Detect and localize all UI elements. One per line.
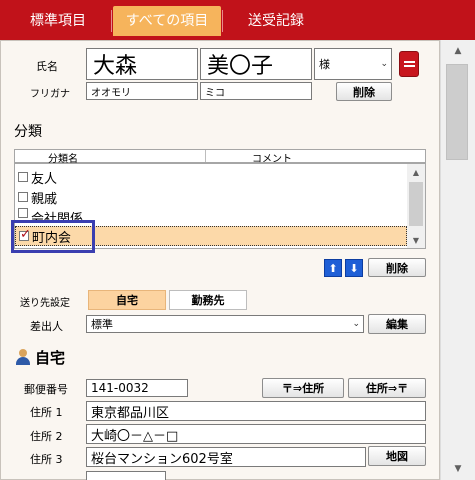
address1-label: 住所 1 <box>30 406 63 419</box>
scroll-thumb[interactable] <box>446 64 468 160</box>
scroll-thumb[interactable] <box>409 182 423 226</box>
postal-to-address-button[interactable]: 〒⇒住所 <box>262 378 344 398</box>
delete-category-button[interactable]: 削除 <box>368 258 426 277</box>
list-scrollbar[interactable]: ▲ ▼ <box>407 164 425 248</box>
chevron-down-icon: ⌄ <box>352 319 360 329</box>
category-item-label: 友人 <box>31 171 58 187</box>
honorific-select[interactable]: 様 ⌄ <box>314 48 392 80</box>
tab-standard[interactable]: 標準項目 <box>6 6 110 36</box>
address3-field[interactable]: 桜台マンション602号室 <box>86 447 366 467</box>
chevron-down-icon: ⌄ <box>380 59 388 69</box>
main-scrollbar[interactable]: ▲ ▼ <box>440 40 475 480</box>
address2-label: 住所 2 <box>30 430 63 443</box>
send-to-home-option[interactable]: 自宅 <box>88 290 166 310</box>
furigana-first-field[interactable]: ミコ <box>200 82 312 100</box>
category-list-header: 分類名 コメント <box>14 149 426 165</box>
sender-label: 差出人 <box>30 320 63 333</box>
tab-all-items[interactable]: すべての項目 <box>113 6 221 36</box>
move-down-button[interactable]: ⬇ <box>345 259 363 277</box>
move-up-button[interactable]: ⬆ <box>324 259 342 277</box>
map-button[interactable]: 地図 <box>368 446 426 466</box>
name-label: 氏名 <box>36 60 58 73</box>
category-title: 分類 <box>14 124 42 140</box>
tab-bar: 標準項目 すべての項目 送受記録 <box>0 0 475 40</box>
list-item[interactable]: 親戚 <box>15 187 407 207</box>
address-to-postal-button[interactable]: 住所⇒〒 <box>348 378 426 398</box>
tab-divider <box>111 10 112 32</box>
honorific-value: 様 <box>319 58 330 71</box>
sender-select[interactable]: 標準 ⌄ <box>86 315 364 333</box>
tab-divider <box>222 10 223 32</box>
address3-label: 住所 3 <box>30 453 63 466</box>
sender-value: 標準 <box>91 318 113 331</box>
checkbox[interactable] <box>18 208 28 218</box>
person-icon <box>15 349 31 365</box>
tab-send-receive-log[interactable]: 送受記録 <box>226 6 326 36</box>
delete-name-button[interactable]: 削除 <box>336 82 392 101</box>
list-item[interactable]: 友人 <box>15 167 407 187</box>
postal-code-label: 郵便番号 <box>24 383 68 396</box>
scroll-up-icon[interactable]: ▲ <box>407 164 425 180</box>
furigana-label: フリガナ <box>30 89 70 100</box>
address-book-icon[interactable] <box>399 51 419 77</box>
address2-field[interactable]: 大崎〇－△－□ <box>86 424 426 444</box>
address1-field[interactable]: 東京都品川区 <box>86 401 426 421</box>
checkbox[interactable] <box>18 192 28 202</box>
edit-sender-button[interactable]: 編集 <box>368 314 426 334</box>
selection-highlight <box>11 220 95 253</box>
last-name-field[interactable]: 大森 <box>86 48 198 80</box>
home-section-title: 自宅 <box>35 349 66 367</box>
next-field-partial[interactable] <box>86 471 166 480</box>
category-item-label: 親戚 <box>31 191 58 207</box>
arrow-up-icon: ⬆ <box>328 261 338 275</box>
column-divider <box>205 150 206 162</box>
checkbox[interactable] <box>18 172 28 182</box>
send-to-work-option[interactable]: 勤務先 <box>169 290 247 310</box>
postal-code-field[interactable]: 141-0032 <box>86 379 188 397</box>
arrow-down-icon: ⬇ <box>349 261 359 275</box>
scroll-up-icon[interactable]: ▲ <box>441 42 475 60</box>
furigana-last-field[interactable]: オオモリ <box>86 82 198 100</box>
scroll-down-icon[interactable]: ▼ <box>441 460 475 478</box>
send-to-label: 送り先設定 <box>20 298 70 309</box>
first-name-field[interactable]: 美〇子 <box>200 48 312 80</box>
scroll-down-icon[interactable]: ▼ <box>407 232 425 248</box>
